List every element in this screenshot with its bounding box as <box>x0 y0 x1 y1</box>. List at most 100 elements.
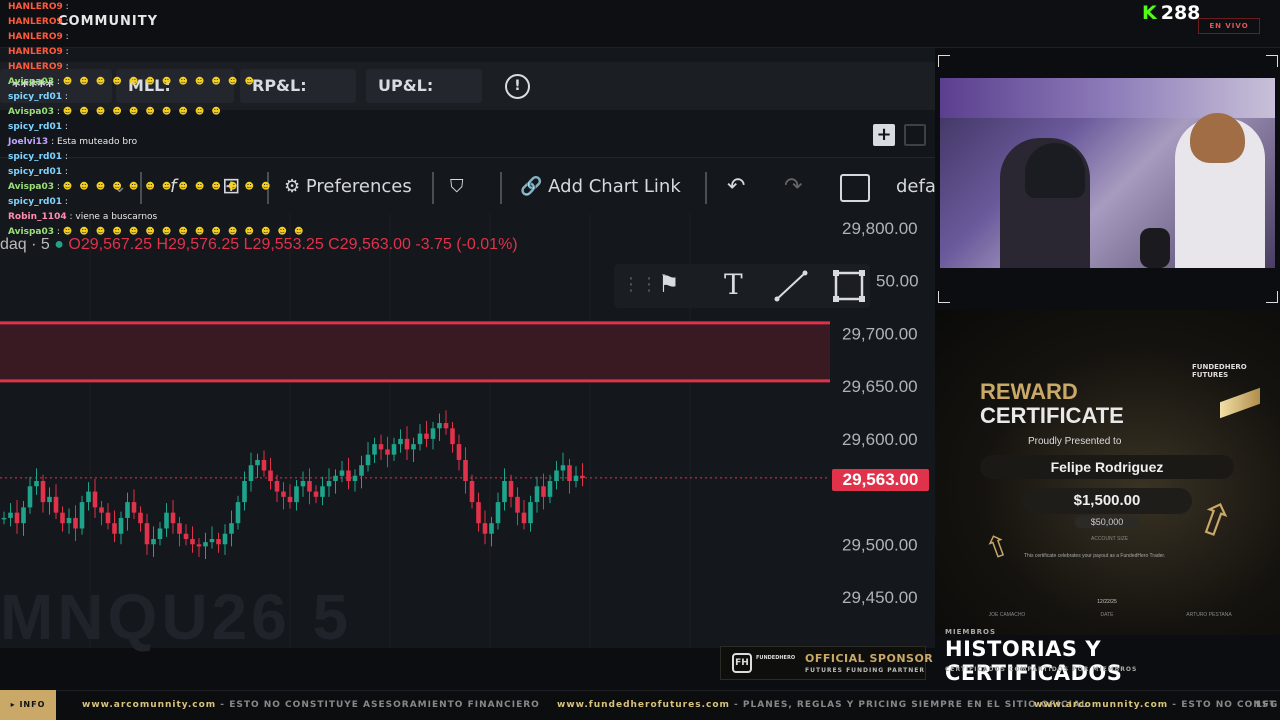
members-subtitle: CERTIFICADOS COMPARTIDOS POR MIEMBROS <box>945 666 1138 673</box>
cert-body: This certificate celebrates your payout … <box>1024 553 1166 559</box>
drag-handle-icon[interactable]: ⋮⋮ <box>622 274 658 295</box>
candle-body <box>320 486 325 497</box>
candle-body <box>554 470 559 482</box>
chat-username: HANLERO9 <box>8 47 63 57</box>
change-value: -3.75 (-0.01%) <box>415 236 518 253</box>
kick-icon: K <box>1142 2 1157 24</box>
window-icon[interactable] <box>840 174 870 202</box>
chat-text: : <box>54 77 63 87</box>
chat-text: : <box>62 47 69 57</box>
candle-body <box>359 465 364 476</box>
candle-body <box>248 465 254 482</box>
undo-icon[interactable]: ↶ <box>727 172 745 202</box>
candle-body <box>138 512 143 524</box>
add-chart-link-button[interactable]: 🔗 Add Chart Link <box>520 172 681 202</box>
shield-icon[interactable]: ⛉ <box>450 172 464 202</box>
chat-message: Joelvi13 : Esta muteado bro <box>0 135 340 150</box>
chat-text: : <box>54 227 63 237</box>
candle-body <box>541 486 546 497</box>
cert-date-label: DATE <box>1100 612 1114 618</box>
candle-body <box>203 542 208 547</box>
candle-body <box>424 433 429 439</box>
candle-body <box>183 533 189 540</box>
candle-body <box>352 475 358 482</box>
chat-emotes: ☻ ☻ ☻ ☻ ☻ ☻ ☻ ☻ ☻ ☻ ☻ ☻ ☻ ☻ ☻ <box>62 227 306 237</box>
cert-account-label: ACCOUNT SIZE <box>1091 536 1129 542</box>
chat-username: spicy_rd01 <box>8 122 62 132</box>
chat-username: spicy_rd01 <box>8 92 62 102</box>
candle-body <box>235 502 241 524</box>
candle-body <box>495 502 501 524</box>
alert-icon[interactable]: ! <box>505 74 530 99</box>
candle-body <box>73 517 78 529</box>
sponsor-logo-icon: FH <box>732 653 752 673</box>
candle-body <box>79 502 85 529</box>
candle-body <box>177 523 182 534</box>
flag-tool-icon[interactable]: ⚑ <box>658 270 680 298</box>
candle-body <box>391 444 397 455</box>
candle-body <box>151 539 156 545</box>
candle-body <box>287 496 293 503</box>
y-axis-label: 29,700.00 <box>842 324 918 343</box>
candle-body <box>411 444 416 450</box>
chat-text: : <box>62 197 68 207</box>
candle-body <box>469 481 475 503</box>
candle-body <box>372 444 377 455</box>
candle-body <box>508 481 514 497</box>
candle-body <box>14 512 20 524</box>
candle-body <box>27 486 33 508</box>
chat-message: Avispa03 : ☻ ☻ ☻ ☻ ☻ ☻ ☻ ☻ ☻ ☻ ☻ ☻ ☻ <box>0 180 340 195</box>
chat-message: spicy_rd01 : <box>0 150 340 165</box>
rectangle-tool-icon[interactable] <box>832 269 866 303</box>
chat-emotes: ☻ ☻ ☻ ☻ ☻ ☻ ☻ ☻ ☻ ☻ <box>62 107 223 117</box>
live-badge: EN VIVO <box>1198 18 1260 34</box>
chat-username: HANLERO9 <box>8 62 63 72</box>
ticker-item-2: www.fundedherofutures.com - PLANES, REGL… <box>557 700 1088 710</box>
candle-body <box>404 438 410 450</box>
candle-body <box>502 481 507 503</box>
chat-text: : <box>62 122 68 132</box>
line-tool-icon[interactable] <box>774 270 808 302</box>
candle-body <box>144 523 150 545</box>
symbol-watermark: MNQU26 5 <box>0 581 353 653</box>
candle-body <box>398 438 403 445</box>
add-tab-icon[interactable]: + <box>873 124 895 146</box>
candle-body <box>216 539 221 545</box>
cert-account: $50,000 <box>1075 516 1139 528</box>
chat-message: spicy_rd01 : <box>0 195 340 210</box>
candle-body <box>313 491 319 497</box>
chat-username: Avispa03 <box>8 77 54 87</box>
candle-body <box>567 465 572 482</box>
chat-message: HANLERO9 : <box>0 15 340 30</box>
text-tool-icon[interactable]: T <box>724 268 743 301</box>
layout-icon[interactable] <box>904 124 926 146</box>
candle-body <box>53 496 59 513</box>
candle-body <box>190 539 195 545</box>
ticker-item-1: www.arcomunnity.com - ESTO NO CONSTITUYE… <box>82 700 540 710</box>
chat-username: Avispa03 <box>8 182 54 192</box>
default-template-label[interactable]: defa <box>896 172 936 202</box>
candle-body <box>164 512 169 529</box>
candle-body <box>534 486 540 503</box>
close-value: C29,563.00 <box>328 236 411 253</box>
candle-body <box>92 491 98 508</box>
chat-username: HANLERO9 <box>8 32 63 42</box>
candle-body <box>274 481 280 492</box>
candle-body <box>8 512 13 518</box>
candle-body <box>125 502 130 518</box>
candle-body <box>255 459 260 466</box>
chat-message: spicy_rd01 : <box>0 165 340 180</box>
candle-body <box>86 491 91 503</box>
candle-body <box>261 459 267 471</box>
chat-text: : <box>62 17 69 27</box>
chat-message: HANLERO9 : <box>0 45 340 60</box>
candle-body <box>209 539 215 543</box>
candle-body <box>450 428 455 445</box>
redo-icon[interactable]: ↷ <box>784 172 802 202</box>
chat-username: Avispa03 <box>8 227 54 237</box>
candle-body <box>34 481 39 487</box>
members-label: MIEMBROS <box>945 628 997 636</box>
chat-username: HANLERO9 <box>8 2 63 12</box>
chat-text: : Esta muteado bro <box>48 137 138 147</box>
candle-body <box>300 481 306 487</box>
